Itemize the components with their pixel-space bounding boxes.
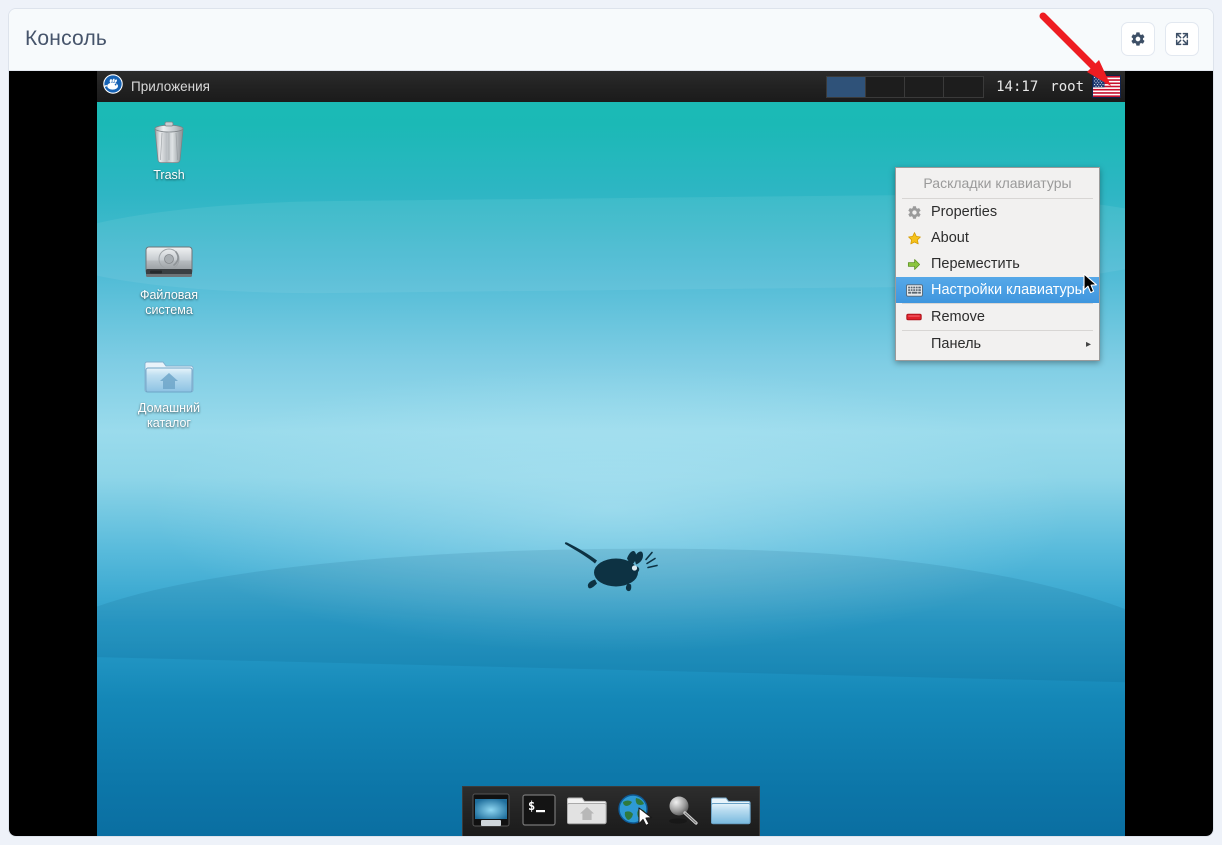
console-page: Консоль [0,0,1222,845]
dock-folder[interactable] [711,793,751,833]
dock-terminal[interactable]: $ [519,793,559,833]
console-header: Консоль [9,9,1213,71]
menu-item-label: About [931,230,969,246]
wallpaper-band-lower [97,532,1125,684]
wallpaper-glow [148,362,1073,653]
page-title: Консоль [25,27,107,51]
desktop-icon-label: Домашнийкаталог [121,401,217,431]
desktop-icon-trash[interactable]: Trash [121,113,217,183]
svg-text:$: $ [528,799,535,813]
harddisk-icon [121,233,217,283]
desktop-icon-label: Trash [121,168,217,183]
menu-item-label: Properties [931,204,997,220]
settings-button[interactable] [1121,22,1155,56]
terminal-icon: $ [522,794,556,831]
home-folder-icon [121,346,217,396]
expand-icon [1174,31,1190,47]
workspace-4[interactable] [944,77,983,97]
applications-menu-label: Приложения [131,79,210,94]
gear-icon [1130,31,1146,47]
remove-icon [905,309,923,325]
show-desktop-icon [472,793,510,832]
home-folder-white-icon [567,794,607,831]
xfce-top-panel: Приложения 14:17 root [97,71,1125,102]
globe-cursor-icon [617,793,653,832]
dock-find-files[interactable] [663,793,703,833]
desktop-icon-home[interactable]: Домашнийкаталог [121,346,217,431]
menu-item-label: Панель [931,336,981,352]
applications-menu-button[interactable]: Приложения [97,71,220,102]
dock-show-desktop[interactable] [471,793,511,833]
magnifier-icon [665,794,701,831]
menu-item-move[interactable]: Переместить [896,251,1099,277]
user-label[interactable]: root [1048,79,1092,95]
remote-desktop-viewport[interactable]: Приложения 14:17 root [9,71,1214,837]
keyboard-layout-flag[interactable] [1092,75,1121,98]
desktop-icon-label: Файловаясистема [121,288,217,318]
desktop-icon-filesystem[interactable]: Файловаясистема [121,233,217,318]
keyboard-layout-context-menu[interactable]: Раскладки клавиатуры Properties [895,167,1100,361]
keyboard-icon [905,282,923,298]
star-icon [905,230,923,246]
gear-icon [905,204,923,220]
menu-item-about[interactable]: About [896,225,1099,251]
menu-item-label: Remove [931,309,985,325]
trash-icon [121,113,217,163]
folder-blue-icon [711,794,751,831]
workspace-switcher[interactable] [826,76,984,98]
chevron-right-icon: ▸ [1086,339,1091,350]
dock-file-manager[interactable] [567,793,607,833]
workspace-1[interactable] [827,77,866,97]
console-card: Консоль [8,8,1214,837]
menu-item-remove[interactable]: Remove [896,304,1099,330]
menu-item-panel[interactable]: Панель ▸ [896,331,1099,357]
workspace-3[interactable] [905,77,944,97]
menu-item-label: Переместить [931,256,1020,272]
fullscreen-button[interactable] [1165,22,1199,56]
menu-item-label: Настройки клавиатуры [931,282,1085,298]
menu-item-properties[interactable]: Properties [896,199,1099,225]
clock[interactable]: 14:17 [986,79,1048,95]
xfce-mouse-icon [103,74,123,99]
dock: $ [462,786,760,837]
workspace-2[interactable] [866,77,905,97]
move-arrow-icon [905,256,923,272]
context-menu-header: Раскладки клавиатуры [896,170,1099,198]
dock-web-browser[interactable] [615,793,655,833]
xfce-mouse-silhouette [561,536,661,603]
menu-item-keyboard-settings[interactable]: Настройки клавиатуры [896,277,1099,303]
header-button-group [1121,22,1199,56]
